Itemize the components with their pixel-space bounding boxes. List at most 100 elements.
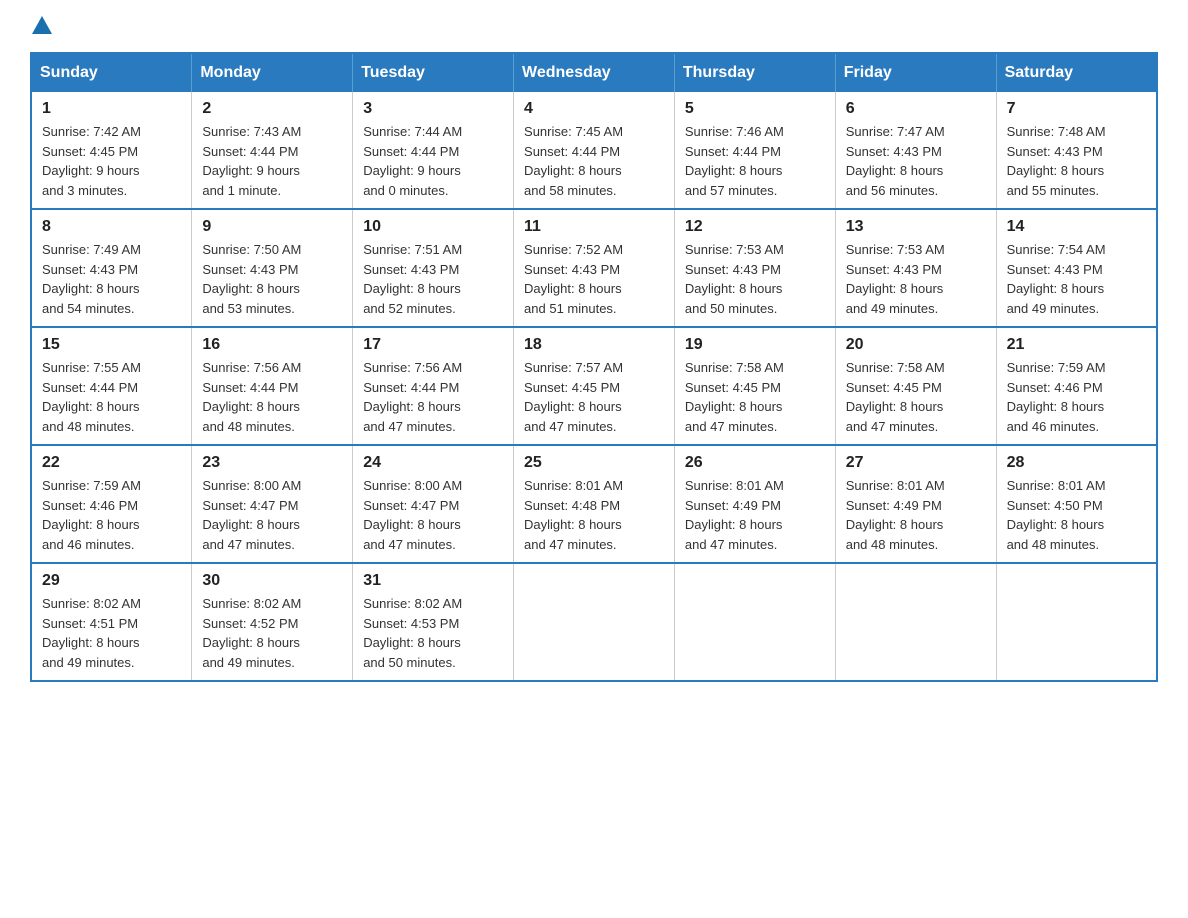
calendar-cell: 30Sunrise: 8:02 AMSunset: 4:52 PMDayligh…: [192, 563, 353, 681]
day-number: 28: [1007, 454, 1146, 472]
day-info: Sunrise: 8:00 AMSunset: 4:47 PMDaylight:…: [202, 476, 342, 554]
calendar-cell: 6 Sunrise: 7:47 AMSunset: 4:43 PMDaylight…: [835, 92, 996, 209]
day-info: Sunrise: 7:49 AMSunset: 4:43 PMDaylight:…: [42, 240, 181, 318]
calendar-week-row: 1 Sunrise: 7:42 AMSunset: 4:45 PMDaylight…: [31, 92, 1157, 209]
calendar-cell: 13 Sunrise: 7:53 AMSunset: 4:43 PMDayligh…: [835, 209, 996, 327]
calendar-cell: 22 Sunrise: 7:59 AMSunset: 4:46 PMDayligh…: [31, 445, 192, 563]
calendar-table: SundayMondayTuesdayWednesdayThursdayFrid…: [30, 52, 1158, 682]
calendar-cell: 21 Sunrise: 7:59 AMSunset: 4:46 PMDayligh…: [996, 327, 1157, 445]
day-info: Sunrise: 7:51 AMSunset: 4:43 PMDaylight:…: [363, 240, 503, 318]
day-info: Sunrise: 7:59 AMSunset: 4:46 PMDaylight:…: [1007, 358, 1146, 436]
day-number: 24: [363, 454, 503, 472]
day-info: Sunrise: 7:59 AMSunset: 4:46 PMDaylight:…: [42, 476, 181, 554]
calendar-cell: 10 Sunrise: 7:51 AMSunset: 4:43 PMDayligh…: [353, 209, 514, 327]
day-info: Sunrise: 7:43 AMSunset: 4:44 PMDaylight:…: [202, 122, 342, 200]
day-number: 29: [42, 572, 181, 590]
day-number: 5: [685, 100, 825, 118]
calendar-cell: 14Sunrise: 7:54 AMSunset: 4:43 PMDayligh…: [996, 209, 1157, 327]
calendar-cell: 9 Sunrise: 7:50 AMSunset: 4:43 PMDaylight…: [192, 209, 353, 327]
day-info: Sunrise: 8:02 AMSunset: 4:51 PMDaylight:…: [42, 594, 181, 672]
day-number: 21: [1007, 336, 1146, 354]
weekday-header-wednesday: Wednesday: [514, 53, 675, 92]
day-number: 23: [202, 454, 342, 472]
calendar-cell: [996, 563, 1157, 681]
calendar-week-row: 8 Sunrise: 7:49 AMSunset: 4:43 PMDaylight…: [31, 209, 1157, 327]
day-info: Sunrise: 7:44 AMSunset: 4:44 PMDaylight:…: [363, 122, 503, 200]
day-number: 2: [202, 100, 342, 118]
calendar-cell: 11Sunrise: 7:52 AMSunset: 4:43 PMDayligh…: [514, 209, 675, 327]
weekday-header-thursday: Thursday: [674, 53, 835, 92]
calendar-week-row: 29 Sunrise: 8:02 AMSunset: 4:51 PMDayligh…: [31, 563, 1157, 681]
calendar-week-row: 15 Sunrise: 7:55 AMSunset: 4:44 PMDayligh…: [31, 327, 1157, 445]
day-number: 10: [363, 218, 503, 236]
calendar-cell: 23 Sunrise: 8:00 AMSunset: 4:47 PMDayligh…: [192, 445, 353, 563]
calendar-cell: 31 Sunrise: 8:02 AMSunset: 4:53 PMDayligh…: [353, 563, 514, 681]
day-number: 13: [846, 218, 986, 236]
day-number: 17: [363, 336, 503, 354]
calendar-cell: 3 Sunrise: 7:44 AMSunset: 4:44 PMDaylight…: [353, 92, 514, 209]
calendar-cell: [514, 563, 675, 681]
day-number: 1: [42, 100, 181, 118]
day-number: 12: [685, 218, 825, 236]
calendar-cell: 12 Sunrise: 7:53 AMSunset: 4:43 PMDayligh…: [674, 209, 835, 327]
calendar-cell: 26Sunrise: 8:01 AMSunset: 4:49 PMDayligh…: [674, 445, 835, 563]
day-info: Sunrise: 7:57 AMSunset: 4:45 PMDaylight:…: [524, 358, 664, 436]
day-info: Sunrise: 8:01 AMSunset: 4:49 PMDaylight:…: [846, 476, 986, 554]
calendar-cell: 24 Sunrise: 8:00 AMSunset: 4:47 PMDayligh…: [353, 445, 514, 563]
day-number: 26: [685, 454, 825, 472]
day-number: 22: [42, 454, 181, 472]
day-number: 15: [42, 336, 181, 354]
calendar-cell: 18 Sunrise: 7:57 AMSunset: 4:45 PMDayligh…: [514, 327, 675, 445]
calendar-cell: 29 Sunrise: 8:02 AMSunset: 4:51 PMDayligh…: [31, 563, 192, 681]
day-number: 18: [524, 336, 664, 354]
calendar-cell: 19 Sunrise: 7:58 AMSunset: 4:45 PMDayligh…: [674, 327, 835, 445]
day-number: 14: [1007, 218, 1146, 236]
weekday-header-sunday: Sunday: [31, 53, 192, 92]
weekday-header-tuesday: Tuesday: [353, 53, 514, 92]
day-info: Sunrise: 7:48 AMSunset: 4:43 PMDaylight:…: [1007, 122, 1146, 200]
day-info: Sunrise: 8:00 AMSunset: 4:47 PMDaylight:…: [363, 476, 503, 554]
day-number: 27: [846, 454, 986, 472]
day-number: 8: [42, 218, 181, 236]
calendar-cell: 25Sunrise: 8:01 AMSunset: 4:48 PMDayligh…: [514, 445, 675, 563]
day-number: 19: [685, 336, 825, 354]
calendar-cell: 15 Sunrise: 7:55 AMSunset: 4:44 PMDayligh…: [31, 327, 192, 445]
day-info: Sunrise: 7:42 AMSunset: 4:45 PMDaylight:…: [42, 122, 181, 200]
calendar-cell: 5Sunrise: 7:46 AMSunset: 4:44 PMDaylight…: [674, 92, 835, 209]
day-number: 11: [524, 218, 664, 236]
day-number: 4: [524, 100, 664, 118]
calendar-cell: 28Sunrise: 8:01 AMSunset: 4:50 PMDayligh…: [996, 445, 1157, 563]
calendar-cell: 2 Sunrise: 7:43 AMSunset: 4:44 PMDaylight…: [192, 92, 353, 209]
calendar-cell: 16Sunrise: 7:56 AMSunset: 4:44 PMDayligh…: [192, 327, 353, 445]
day-number: 25: [524, 454, 664, 472]
calendar-cell: [835, 563, 996, 681]
calendar-cell: 1 Sunrise: 7:42 AMSunset: 4:45 PMDaylight…: [31, 92, 192, 209]
day-number: 3: [363, 100, 503, 118]
day-number: 9: [202, 218, 342, 236]
day-info: Sunrise: 7:56 AMSunset: 4:44 PMDaylight:…: [363, 358, 503, 436]
day-number: 31: [363, 572, 503, 590]
day-number: 6: [846, 100, 986, 118]
day-info: Sunrise: 7:56 AMSunset: 4:44 PMDaylight:…: [202, 358, 342, 436]
weekday-header-monday: Monday: [192, 53, 353, 92]
weekday-header-saturday: Saturday: [996, 53, 1157, 92]
day-number: 7: [1007, 100, 1146, 118]
calendar-cell: 17 Sunrise: 7:56 AMSunset: 4:44 PMDayligh…: [353, 327, 514, 445]
day-info: Sunrise: 7:53 AMSunset: 4:43 PMDaylight:…: [846, 240, 986, 318]
day-info: Sunrise: 7:53 AMSunset: 4:43 PMDaylight:…: [685, 240, 825, 318]
calendar-week-row: 22 Sunrise: 7:59 AMSunset: 4:46 PMDayligh…: [31, 445, 1157, 563]
weekday-header-friday: Friday: [835, 53, 996, 92]
page-header: [30, 20, 1158, 36]
day-info: Sunrise: 7:50 AMSunset: 4:43 PMDaylight:…: [202, 240, 342, 318]
calendar-cell: [674, 563, 835, 681]
day-info: Sunrise: 7:58 AMSunset: 4:45 PMDaylight:…: [685, 358, 825, 436]
day-info: Sunrise: 8:02 AMSunset: 4:52 PMDaylight:…: [202, 594, 342, 672]
calendar-cell: 4 Sunrise: 7:45 AMSunset: 4:44 PMDaylight…: [514, 92, 675, 209]
logo-triangle-icon: [32, 16, 52, 34]
day-info: Sunrise: 8:02 AMSunset: 4:53 PMDaylight:…: [363, 594, 503, 672]
day-info: Sunrise: 7:55 AMSunset: 4:44 PMDaylight:…: [42, 358, 181, 436]
day-info: Sunrise: 7:47 AMSunset: 4:43 PMDaylight:…: [846, 122, 986, 200]
day-info: Sunrise: 7:45 AMSunset: 4:44 PMDaylight:…: [524, 122, 664, 200]
calendar-cell: 8 Sunrise: 7:49 AMSunset: 4:43 PMDaylight…: [31, 209, 192, 327]
day-info: Sunrise: 7:58 AMSunset: 4:45 PMDaylight:…: [846, 358, 986, 436]
